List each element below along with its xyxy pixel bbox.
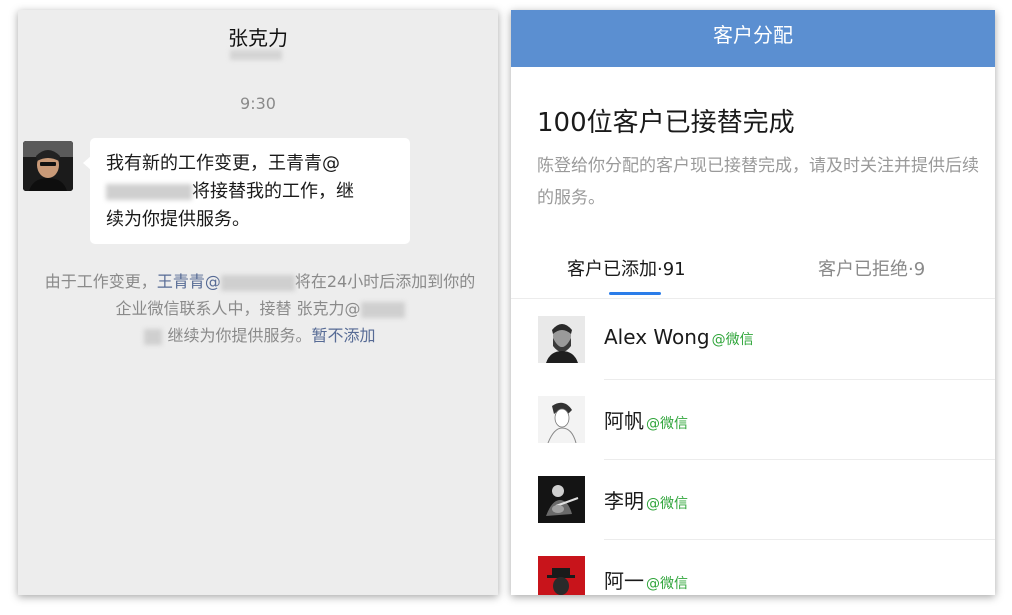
redacted-text	[106, 184, 192, 200]
nav-bar: 客户分配	[511, 10, 995, 67]
bearded-man-avatar-icon	[538, 316, 585, 363]
tab-rejected[interactable]: 客户已拒绝·9	[818, 255, 925, 281]
chat-message-bubble[interactable]: 我有新的工作变更，王青青@ 将接替我的工作，继 续为你提供服务。	[83, 138, 410, 244]
customer-assignment-panel: 客户分配 100位客户已接替完成 陈登给你分配的客户现已接替完成，请及时关注并提…	[511, 10, 995, 595]
redacted-text	[360, 301, 405, 318]
customer-list: Alex Wong @微信 阿帆 @微信 李明 @微信 阿一 @微信	[511, 300, 995, 595]
redacted-text	[220, 274, 295, 291]
message-line: 将接替我的工作，继	[106, 178, 394, 206]
customer-name: 阿一	[604, 569, 644, 593]
customer-entry: 阿一 @微信	[604, 565, 688, 594]
customer-entry: 李明 @微信	[604, 485, 688, 514]
wechat-tag: @微信	[646, 416, 688, 432]
page-description: 陈登给你分配的客户现已接替完成，请及时关注并提供后续的服务。	[537, 156, 979, 208]
redacted-text	[144, 328, 163, 345]
list-item[interactable]: Alex Wong @微信	[511, 300, 995, 380]
customer-avatar	[538, 476, 585, 523]
message-timestamp: 9:30	[240, 94, 276, 113]
chat-subtitle-redacted	[230, 50, 282, 60]
customer-avatar	[538, 396, 585, 443]
guitarist-avatar-icon	[538, 476, 585, 523]
nav-title: 客户分配	[713, 23, 793, 47]
person-avatar-icon	[23, 141, 73, 191]
customer-name: 李明	[604, 489, 644, 513]
page-headline: 100位客户已接替完成	[537, 108, 795, 138]
sketch-portrait-avatar-icon	[538, 396, 585, 443]
customer-name: Alex Wong	[604, 325, 710, 349]
active-tab-indicator	[609, 292, 661, 295]
system-text: 由于工作变更，	[44, 272, 157, 291]
customer-avatar	[538, 556, 585, 595]
chat-title: 张克力	[228, 26, 288, 50]
wechat-tag: @微信	[646, 576, 688, 592]
wechat-tag: @微信	[711, 332, 754, 348]
customer-entry: Alex Wong @微信	[604, 325, 754, 349]
list-item[interactable]: 李明 @微信	[511, 460, 995, 540]
chat-header: 张克力	[18, 10, 498, 70]
colleague-link[interactable]: 王青青@	[157, 272, 221, 291]
message-line-text: 将接替我的工作，继	[192, 181, 354, 202]
hat-figure-avatar-icon	[538, 556, 585, 595]
customer-tabs: 客户已添加·91 客户已拒绝·9	[511, 247, 995, 299]
customer-name: 阿帆	[604, 409, 644, 433]
list-item[interactable]: 阿一 @微信	[511, 540, 995, 595]
list-item[interactable]: 阿帆 @微信	[511, 380, 995, 460]
system-notice: 由于工作变更，王青青@ 将在24小时后添加到你的企业微信联系人中，接替 张克力@ …	[40, 268, 480, 349]
message-line: 续为你提供服务。	[106, 209, 250, 230]
message-line: 我有新的工作变更，王青青@	[106, 153, 340, 174]
customer-entry: 阿帆 @微信	[604, 405, 688, 434]
sender-avatar[interactable]	[23, 141, 73, 191]
customer-avatar	[538, 316, 585, 363]
chat-panel: 张克力 9:30 我有新的工作变更，王青青@ 将接替我的工作，继 续为你提供服务…	[18, 10, 498, 595]
tab-added[interactable]: 客户已添加·91	[567, 255, 686, 281]
decline-add-link[interactable]: 暂不添加	[312, 326, 376, 345]
system-text: 继续为你提供服务。	[167, 326, 312, 345]
wechat-tag: @微信	[646, 496, 688, 512]
